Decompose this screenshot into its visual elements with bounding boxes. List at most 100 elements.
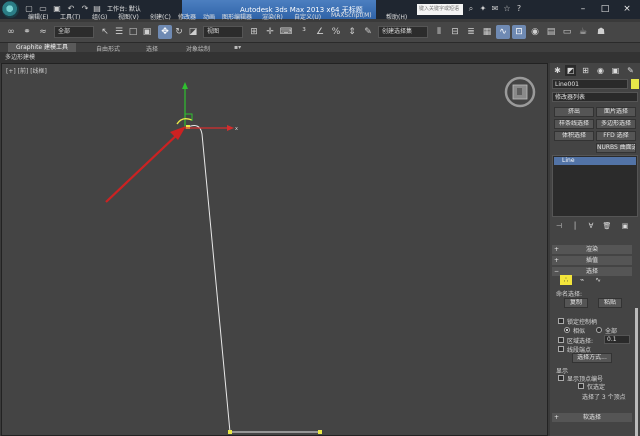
menu-animation[interactable]: 动画 bbox=[203, 12, 215, 21]
menu-graph-editors[interactable]: 图形编辑器 bbox=[222, 12, 252, 21]
segment-mode-icon[interactable]: ⌁ bbox=[576, 275, 588, 285]
spline-select-button[interactable]: 样条线选择 bbox=[554, 119, 594, 129]
selection-filter-dropdown[interactable]: 全部 bbox=[54, 26, 94, 38]
ribbon-panel-label[interactable]: 多边形建模 bbox=[0, 52, 640, 63]
menu-modifiers[interactable]: 修改器 bbox=[178, 12, 196, 21]
ribbon-options-icon[interactable]: ▪▾ bbox=[234, 44, 241, 51]
main-toolbar: ∞ ⚭ ≈ 全部 ↖ ☰ □ ▣ ✥ ↻ ◪ 视图 ⊞ ✛ ⌨ ³ ∠ % ⇕ … bbox=[0, 22, 640, 43]
align-icon[interactable]: ⊟ bbox=[448, 25, 462, 39]
named-selections-label: 命名选择: bbox=[556, 291, 583, 298]
mirror-icon[interactable]: ⫴ bbox=[432, 25, 446, 39]
hierarchy-tab-icon[interactable]: ⊞ bbox=[580, 65, 591, 76]
bind-spacewarp-icon[interactable]: ≈ bbox=[36, 25, 50, 39]
vol-select-button[interactable]: 体积选择 bbox=[554, 131, 594, 141]
lock-handles-checkbox[interactable] bbox=[558, 318, 564, 324]
configure-sets-icon[interactable]: ▣ bbox=[620, 221, 630, 231]
ref-coord-dropdown[interactable]: 视图 bbox=[203, 26, 243, 38]
patch-select-button[interactable]: 面片选择 bbox=[596, 107, 636, 117]
only-selected-label: 仅选定 bbox=[587, 384, 606, 391]
select-object-icon[interactable]: ↖ bbox=[98, 25, 112, 39]
menu-edit[interactable]: 编辑(E) bbox=[28, 12, 48, 21]
keyboard-shortcut-icon[interactable]: ⌨ bbox=[279, 25, 293, 39]
select-manipulate-icon[interactable]: ✛ bbox=[263, 25, 277, 39]
create-tab-icon[interactable]: ✱ bbox=[552, 65, 563, 76]
pin-stack-icon[interactable]: ⊣ bbox=[554, 221, 564, 231]
curve-editor-icon[interactable]: ∿ bbox=[496, 25, 510, 39]
front-viewport[interactable]: [+] [前] [线框] x bbox=[1, 63, 548, 436]
pivot-center-icon[interactable]: ⊞ bbox=[247, 25, 261, 39]
render-icon[interactable]: ☕ bbox=[576, 25, 590, 39]
snaps-toggle-icon[interactable]: ³ bbox=[297, 25, 311, 39]
select-move-icon[interactable]: ✥ bbox=[158, 25, 172, 39]
modify-tab-icon[interactable]: ◩ bbox=[565, 65, 576, 76]
make-unique-icon[interactable]: ∀ bbox=[586, 221, 596, 231]
menu-views[interactable]: 视图(V) bbox=[118, 12, 139, 21]
utilities-tab-icon[interactable]: ✎ bbox=[625, 65, 636, 76]
select-scale-icon[interactable]: ◪ bbox=[186, 25, 200, 39]
extrude-button[interactable]: 挤出 bbox=[554, 107, 594, 117]
layer-manager-icon[interactable]: ≣ bbox=[464, 25, 478, 39]
modifier-list-dropdown[interactable]: 修改器列表 bbox=[552, 92, 638, 102]
similar-radio[interactable] bbox=[564, 327, 570, 333]
viewcube-face-label bbox=[517, 88, 522, 95]
poly-select-button[interactable]: 多边形选择 bbox=[596, 119, 636, 129]
object-name-field[interactable]: Line001 bbox=[552, 79, 628, 89]
percent-snap-icon[interactable]: % bbox=[329, 25, 343, 39]
menu-maxscript[interactable]: MAXScript(M) bbox=[331, 12, 372, 19]
menu-rendering[interactable]: 渲染(R) bbox=[262, 12, 283, 21]
menu-create[interactable]: 创建(C) bbox=[150, 12, 171, 21]
rect-selection-icon[interactable]: □ bbox=[126, 25, 140, 39]
ffd-select-button[interactable]: FFD 选择 bbox=[596, 131, 636, 141]
rollout-soft-selection-label: 软选择 bbox=[582, 414, 601, 421]
selection-status: 选择了 3 个顶点 bbox=[582, 394, 626, 401]
paste-button[interactable]: 粘贴 bbox=[598, 298, 622, 308]
area-select-spinner[interactable]: 0.1 bbox=[604, 335, 630, 344]
edit-named-sel-icon[interactable]: ✎ bbox=[361, 25, 375, 39]
command-panel-scrollbar[interactable] bbox=[635, 308, 638, 436]
material-editor-icon[interactable]: ◉ bbox=[528, 25, 542, 39]
ribbon: Graphite 建模工具 自由形式 选择 对象绘制 ▪▾ bbox=[0, 43, 640, 53]
display-tab-icon[interactable]: ▣ bbox=[610, 65, 621, 76]
rollout-interpolation[interactable]: + 插值 bbox=[552, 256, 632, 265]
schematic-view-icon[interactable]: ⊡ bbox=[512, 25, 526, 39]
window-crossing-icon[interactable]: ▣ bbox=[140, 25, 154, 39]
viewport-canvas: x bbox=[105, 76, 536, 434]
rollout-soft-selection[interactable]: + 软选择 bbox=[552, 413, 632, 422]
angle-snap-icon[interactable]: ∠ bbox=[313, 25, 327, 39]
object-color-swatch[interactable] bbox=[631, 79, 639, 89]
select-by-name-icon[interactable]: ☰ bbox=[112, 25, 126, 39]
select-by-button[interactable]: 选择方式... bbox=[572, 353, 612, 363]
copy-button[interactable]: 复制 bbox=[564, 298, 588, 308]
tab-graphite[interactable]: Graphite 建模工具 bbox=[8, 43, 77, 52]
menu-customize[interactable]: 自定义(U) bbox=[294, 12, 321, 21]
rollout-render[interactable]: + 渲染 bbox=[552, 245, 632, 254]
rendered-frame-icon[interactable]: ▭ bbox=[560, 25, 574, 39]
all-radio[interactable] bbox=[596, 327, 602, 333]
vertex-mode-icon[interactable]: ∴ bbox=[560, 275, 572, 285]
render-setup-icon[interactable]: ▤ bbox=[544, 25, 558, 39]
menu-group[interactable]: 组(G) bbox=[92, 12, 107, 21]
only-selected-checkbox[interactable] bbox=[578, 383, 584, 389]
motion-tab-icon[interactable]: ◉ bbox=[595, 65, 606, 76]
link-icon[interactable]: ∞ bbox=[4, 25, 18, 39]
spinner-snap-icon[interactable]: ⇕ bbox=[345, 25, 359, 39]
select-rotate-icon[interactable]: ↻ bbox=[172, 25, 186, 39]
gizmo-y-arrow bbox=[182, 82, 188, 89]
graphite-toggle-icon[interactable]: ▦ bbox=[480, 25, 494, 39]
modifier-stack[interactable]: Line bbox=[552, 155, 638, 217]
menu-tools[interactable]: 工具(T) bbox=[60, 12, 80, 21]
remove-modifier-icon[interactable]: 🗑 bbox=[602, 221, 612, 231]
render-production-icon[interactable]: ☗ bbox=[594, 25, 608, 39]
nurbs-select-button[interactable]: NURBS 曲面选择 bbox=[596, 143, 636, 153]
stack-item-line[interactable]: Line bbox=[554, 157, 636, 165]
segment-end-checkbox[interactable] bbox=[558, 346, 564, 352]
show-end-result-icon[interactable]: │ bbox=[570, 221, 580, 231]
spline-line bbox=[187, 125, 320, 433]
menu-help[interactable]: 帮助(H) bbox=[386, 12, 407, 21]
named-selection-dropdown[interactable]: 创建选择集 bbox=[378, 26, 428, 38]
spline-mode-icon[interactable]: ∿ bbox=[592, 275, 604, 285]
area-select-checkbox[interactable] bbox=[558, 337, 564, 343]
vertex-marker bbox=[318, 430, 322, 434]
show-vertex-numbers-checkbox[interactable] bbox=[558, 375, 564, 381]
unlink-icon[interactable]: ⚭ bbox=[20, 25, 34, 39]
